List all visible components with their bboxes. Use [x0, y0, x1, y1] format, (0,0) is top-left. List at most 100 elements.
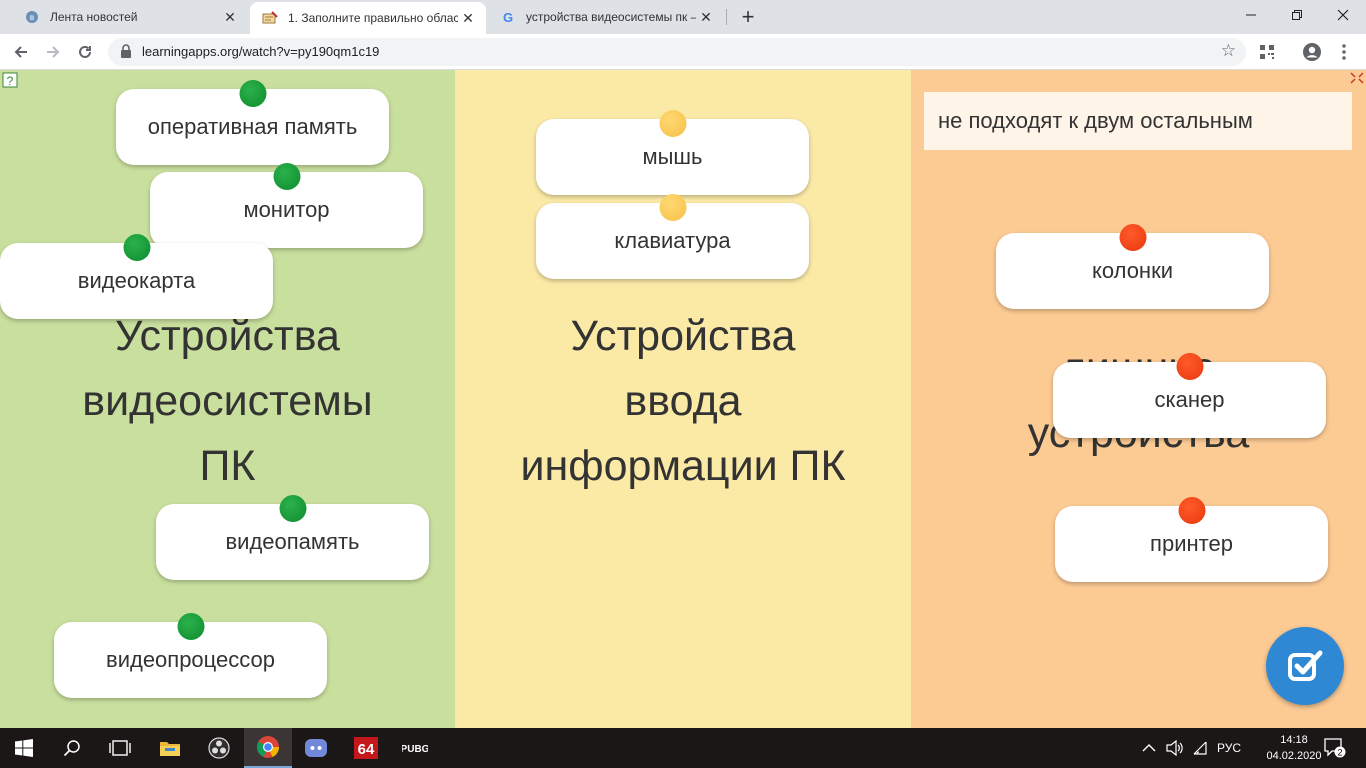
folder-icon	[160, 742, 180, 756]
svg-text:?: ?	[7, 74, 14, 88]
bookmark-star-icon[interactable]: ☆	[1221, 41, 1236, 61]
tab-close-icon[interactable]: ✕	[696, 7, 716, 27]
obs-button[interactable]	[195, 728, 243, 768]
tab-title: устройства видеосистемы пк –	[526, 10, 696, 24]
start-button[interactable]	[0, 728, 48, 768]
card-label: оперативная память	[147, 114, 358, 139]
help-icon[interactable]: ?	[2, 72, 18, 88]
tab-close-icon[interactable]: ✕	[220, 7, 240, 27]
tray-overflow-chevron-icon[interactable]	[1142, 728, 1156, 768]
card-label: монитор	[243, 197, 330, 222]
close-window-button[interactable]	[1320, 0, 1366, 30]
card-pin-dot	[177, 613, 204, 640]
address-bar[interactable]: learningapps.org/watch?v=py190qm1c19 ☆	[108, 38, 1246, 66]
draggable-card[interactable]: видеокарта	[0, 234, 273, 319]
aida64-button[interactable]: 64	[342, 728, 390, 768]
forward-button[interactable]	[40, 39, 66, 65]
learningapps-exercise: ? Устройства видеосистемы ПК Устройства …	[0, 70, 1366, 728]
heading-line: ввода	[624, 377, 742, 425]
heading-line: видеосистемы	[82, 377, 373, 425]
tab-title: Лента новостей	[50, 10, 138, 24]
draggable-card[interactable]: колонки	[996, 224, 1269, 309]
check-answers-button[interactable]	[1266, 627, 1344, 705]
clock-date: 04.02.2020	[1266, 750, 1322, 762]
search-icon	[63, 740, 80, 757]
card-pin-dot	[239, 80, 266, 107]
tab-close-icon[interactable]: ✕	[458, 8, 478, 28]
card-label: колонки	[1091, 258, 1173, 283]
column-heading-video-system: Устройства видеосистемы ПК	[0, 304, 455, 499]
card-pin-dot	[1176, 353, 1203, 380]
svg-text:64: 64	[358, 741, 375, 758]
card-label: видеопамять	[225, 529, 360, 554]
google-favicon-icon: G	[500, 9, 516, 25]
heading-line: ПК	[199, 442, 256, 490]
column-hint-note: не подходят к двум остальным	[924, 92, 1352, 150]
chrome-icon	[257, 736, 279, 758]
chrome-button[interactable]	[244, 728, 292, 768]
discord-icon	[305, 739, 327, 757]
tab-google-search[interactable]: G устройства видеосистемы пк – ✕	[488, 0, 724, 34]
draggable-card[interactable]: оперативная память	[116, 80, 389, 165]
card-pin-dot	[659, 110, 686, 137]
profile-avatar-icon[interactable]	[1302, 42, 1322, 62]
minimize-button[interactable]	[1228, 0, 1274, 30]
task-view-button[interactable]	[96, 728, 144, 768]
fullscreen-icon[interactable]	[1350, 72, 1364, 84]
tab-title: 1. Заполните правильно област	[288, 11, 458, 25]
svg-text:PUBG: PUBG	[402, 744, 428, 755]
url-text: learningapps.org/watch?v=py190qm1c19	[142, 44, 380, 59]
new-tab-button[interactable]: +	[735, 4, 761, 30]
card-label: видеокарта	[77, 268, 196, 293]
draggable-card[interactable]: монитор	[150, 163, 423, 248]
wifi-icon[interactable]	[1192, 728, 1208, 768]
svg-text:в: в	[30, 13, 34, 22]
search-button[interactable]	[48, 728, 96, 768]
column-heading-input-devices: Устройства ввода информации ПК	[455, 304, 911, 499]
tab-news-feed[interactable]: в Лента новостей ✕	[12, 0, 248, 34]
card-label: мышь	[642, 144, 703, 169]
action-center-button[interactable]: 2	[1324, 728, 1346, 768]
card-pin-dot	[123, 234, 150, 261]
browser-menu-icon[interactable]	[1334, 42, 1354, 62]
discord-button[interactable]	[292, 728, 340, 768]
pubg-icon: PUBG	[402, 741, 428, 755]
draggable-card[interactable]: видеопроцессор	[54, 613, 327, 698]
language-indicator[interactable]: РУС	[1217, 728, 1241, 768]
card-label: видеопроцессор	[106, 647, 275, 672]
card-pin-dot	[659, 194, 686, 221]
heading-line: Устройства	[570, 312, 796, 360]
windows-taskbar: 64 PUBG РУС 14:18 04.02.2020 2	[0, 728, 1366, 768]
card-label: принтер	[1150, 531, 1233, 556]
file-explorer-button[interactable]	[146, 728, 194, 768]
card-pin-dot	[1178, 497, 1205, 524]
aida64-icon: 64	[354, 737, 378, 759]
reload-button[interactable]	[72, 39, 98, 65]
back-button[interactable]	[8, 39, 34, 65]
card-pin-dot	[1119, 224, 1146, 251]
draggable-card[interactable]: мышь	[536, 110, 809, 195]
draggable-card[interactable]: сканер	[1053, 353, 1326, 438]
heading-line: информации ПК	[520, 442, 846, 490]
maximize-button[interactable]	[1274, 0, 1320, 30]
notification-count: 2	[1337, 748, 1342, 758]
card-label: сканер	[1154, 387, 1225, 412]
system-clock[interactable]: 14:18 04.02.2020	[1262, 732, 1326, 764]
pubg-button[interactable]: PUBG	[391, 728, 439, 768]
card-pin-dot	[279, 495, 306, 522]
tab-learningapps[interactable]: 1. Заполните правильно област ✕	[250, 2, 486, 34]
lock-icon	[121, 44, 131, 58]
qr-code-icon[interactable]	[1257, 42, 1277, 62]
card-pin-dot	[273, 163, 300, 190]
windows-logo-icon	[15, 739, 33, 757]
draggable-card[interactable]: клавиатура	[536, 194, 809, 279]
notifications-icon: 2	[1324, 738, 1346, 758]
draggable-card[interactable]: принтер	[1055, 497, 1328, 582]
draggable-card[interactable]: видеопамять	[156, 495, 429, 580]
browser-toolbar: learningapps.org/watch?v=py190qm1c19 ☆	[0, 34, 1366, 70]
checkmark-icon	[1288, 650, 1323, 681]
vk-favicon-icon: в	[24, 9, 40, 25]
volume-icon[interactable]	[1166, 728, 1184, 768]
tab-separator	[726, 9, 727, 25]
task-view-icon	[109, 740, 131, 756]
